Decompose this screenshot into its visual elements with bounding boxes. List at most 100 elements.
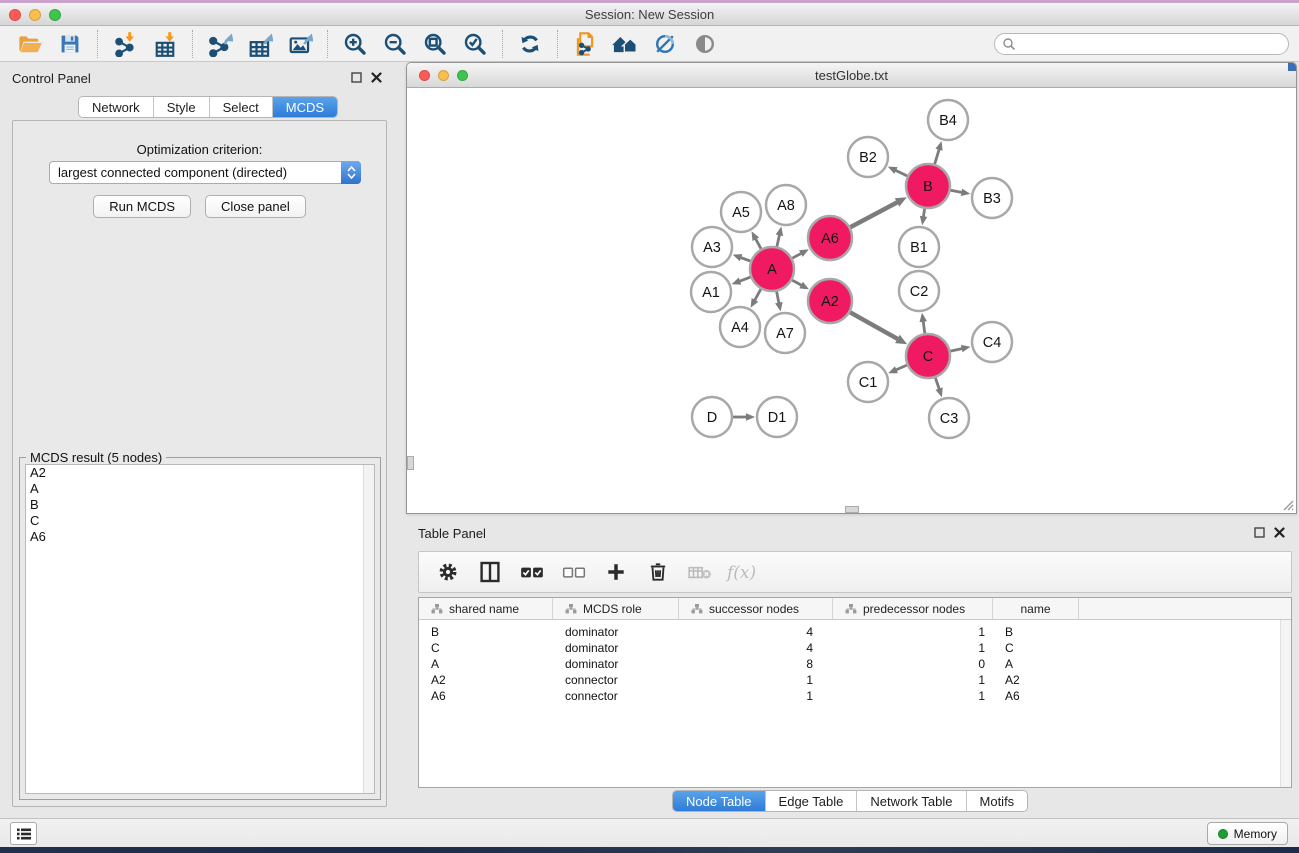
zoom-in-button[interactable] <box>335 28 375 60</box>
column-header-predecessor-nodes[interactable]: predecessor nodes <box>833 598 993 619</box>
clone-network-button[interactable] <box>565 28 605 60</box>
search-input[interactable] <box>1016 35 1288 53</box>
close-panel-button[interactable]: Close panel <box>205 195 306 218</box>
table-scrollbar[interactable] <box>1280 620 1291 787</box>
tab-node-table[interactable]: Node Table <box>673 791 766 811</box>
canvas-horizontal-scroll-handle[interactable] <box>845 506 859 513</box>
float-icon[interactable] <box>1254 527 1265 538</box>
graph-node-A6[interactable]: A6 <box>808 216 852 260</box>
mcds-result-item[interactable]: A <box>26 481 374 497</box>
graph-node-B[interactable]: B <box>906 164 950 208</box>
mcds-result-item[interactable]: B <box>26 497 374 513</box>
tab-select[interactable]: Select <box>210 97 273 117</box>
close-icon[interactable] <box>371 72 382 83</box>
list-scrollbar[interactable] <box>363 465 374 793</box>
tab-style[interactable]: Style <box>154 97 210 117</box>
graph-node-A4[interactable]: A4 <box>720 307 760 347</box>
eye-button[interactable] <box>685 28 725 60</box>
graph-node-A8[interactable]: A8 <box>766 185 806 225</box>
graph-edge-C-C3[interactable] <box>935 378 942 397</box>
tab-edge-table[interactable]: Edge Table <box>766 791 858 811</box>
delete-column-button[interactable] <box>639 555 677 589</box>
table-row-A2[interactable]: A2connector11A2 <box>419 672 1291 688</box>
graph-edge-A6-B[interactable] <box>850 197 907 227</box>
task-history-button[interactable] <box>10 822 37 845</box>
network-window-titlebar[interactable]: testGlobe.txt <box>407 63 1296 88</box>
graph-edge-C-C4[interactable] <box>951 345 971 352</box>
graph-edge-A-A5[interactable] <box>752 231 762 249</box>
graph-edge-A-A2[interactable] <box>792 280 809 289</box>
column-header-successor-nodes[interactable]: successor nodes <box>679 598 833 619</box>
import-network-button[interactable] <box>105 28 145 60</box>
graph-node-C4[interactable]: C4 <box>972 322 1012 362</box>
graph-edge-A-A1[interactable] <box>732 277 751 285</box>
deselect-all-button[interactable] <box>555 555 593 589</box>
graph-edge-A-A3[interactable] <box>733 254 751 261</box>
graph-node-C1[interactable]: C1 <box>848 362 888 402</box>
graph-edge-B-B2[interactable] <box>888 167 908 176</box>
column-header-name[interactable]: name <box>993 598 1079 619</box>
refresh-button[interactable] <box>510 28 550 60</box>
criterion-select[interactable]: largest connected component (directed) <box>49 161 361 184</box>
gear-button[interactable] <box>429 555 467 589</box>
graph-node-A7[interactable]: A7 <box>765 313 805 353</box>
mcds-result-item[interactable]: A6 <box>26 529 374 545</box>
combo-stepper-icon[interactable] <box>341 161 361 184</box>
graph-node-A[interactable]: A <box>750 247 794 291</box>
add-column-button[interactable] <box>597 555 635 589</box>
save-session-button[interactable] <box>50 28 90 60</box>
column-header-shared-name[interactable]: shared name <box>419 598 553 619</box>
select-all-button[interactable] <box>513 555 551 589</box>
tab-network[interactable]: Network <box>79 97 154 117</box>
table-row-C[interactable]: Cdominator41C <box>419 640 1291 656</box>
graph-node-B1[interactable]: B1 <box>899 227 939 267</box>
tab-network-table[interactable]: Network Table <box>857 791 966 811</box>
export-table-button[interactable] <box>240 28 280 60</box>
float-icon[interactable] <box>351 72 362 83</box>
split-columns-button[interactable] <box>471 555 509 589</box>
zoom-fit-button[interactable] <box>415 28 455 60</box>
tab-mcds[interactable]: MCDS <box>273 97 337 117</box>
open-session-button[interactable] <box>10 28 50 60</box>
graph-node-A3[interactable]: A3 <box>692 227 732 267</box>
node-table[interactable]: shared nameMCDS rolesuccessor nodesprede… <box>418 597 1292 788</box>
graph-edge-A2-C[interactable] <box>850 312 907 344</box>
graph-node-C3[interactable]: C3 <box>929 398 969 438</box>
graph-node-A2[interactable]: A2 <box>808 279 852 323</box>
home-button[interactable] <box>605 28 645 60</box>
graph-edge-C-C1[interactable] <box>888 365 907 373</box>
graph-edge-D-D1[interactable] <box>733 413 755 421</box>
mcds-result-list[interactable]: A2ABCA6 <box>25 464 375 794</box>
tab-motifs[interactable]: Motifs <box>967 791 1028 811</box>
import-table-button[interactable] <box>145 28 185 60</box>
close-icon[interactable] <box>1274 527 1285 538</box>
table-row-A6[interactable]: A6connector11A6 <box>419 688 1291 704</box>
graph-edge-A-A6[interactable] <box>792 249 809 258</box>
graph-edge-A-A7[interactable] <box>775 292 783 312</box>
graph-node-A5[interactable]: A5 <box>721 192 761 232</box>
graph-edge-B-B3[interactable] <box>951 189 971 196</box>
run-mcds-button[interactable]: Run MCDS <box>93 195 191 218</box>
graph-node-D[interactable]: D <box>692 397 732 437</box>
graph-edge-A-A8[interactable] <box>776 227 783 247</box>
canvas-vertical-scroll-handle[interactable] <box>407 456 414 470</box>
memory-button[interactable]: Memory <box>1207 822 1288 845</box>
graph-node-C2[interactable]: C2 <box>899 271 939 311</box>
graph-edge-C-C2[interactable] <box>920 313 928 333</box>
graph-node-D1[interactable]: D1 <box>757 397 797 437</box>
graph-edge-A-A4[interactable] <box>751 289 761 308</box>
graph-node-A1[interactable]: A1 <box>691 272 731 312</box>
table-row-A[interactable]: Adominator80A <box>419 656 1291 672</box>
mcds-result-item[interactable]: C <box>26 513 374 529</box>
export-network-button[interactable] <box>200 28 240 60</box>
zoom-out-button[interactable] <box>375 28 415 60</box>
graph-node-C[interactable]: C <box>906 334 950 378</box>
column-header-MCDS-role[interactable]: MCDS role <box>553 598 679 619</box>
graph-edge-B-B4[interactable] <box>935 141 943 164</box>
zoom-selected-button[interactable] <box>455 28 495 60</box>
graph-edge-B-B1[interactable] <box>920 209 928 225</box>
graph-node-B4[interactable]: B4 <box>928 100 968 140</box>
table-row-B[interactable]: Bdominator41B <box>419 624 1291 640</box>
mcds-result-item[interactable]: A2 <box>26 465 374 481</box>
network-canvas[interactable]: B4B2BB3A8A5A6A3B1AA1C2A2A4A7C4CC1DD1C3 <box>407 88 1296 513</box>
